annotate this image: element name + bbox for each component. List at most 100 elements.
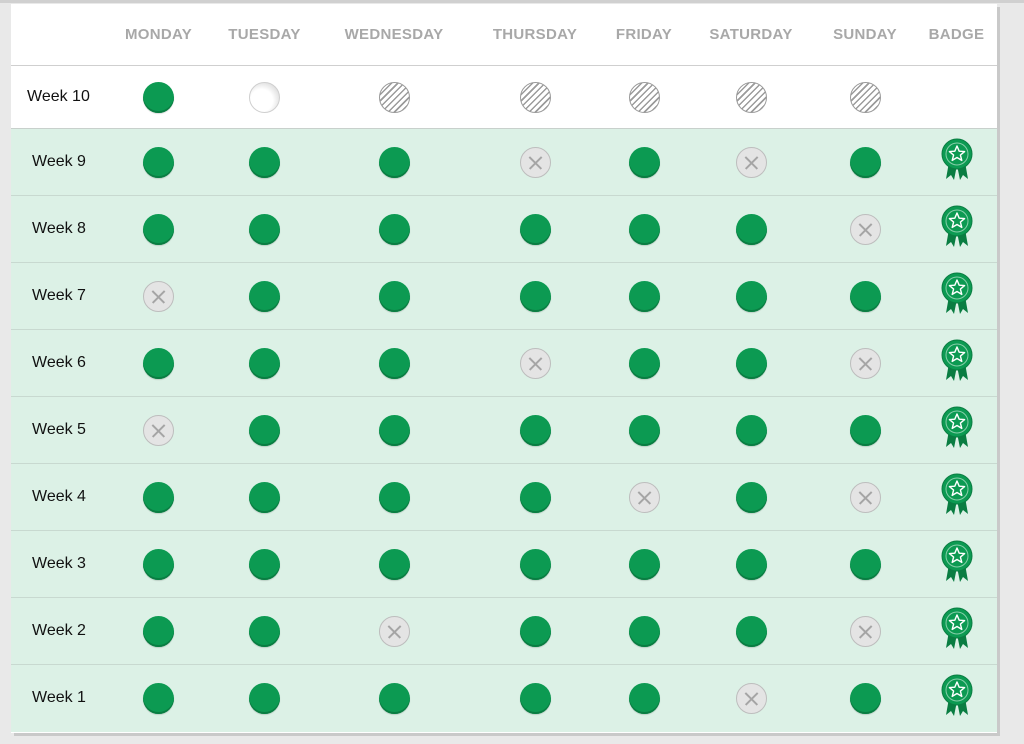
day-cell-monday (106, 262, 211, 330)
done-day-icon (849, 414, 881, 446)
week-label: Week 8 (11, 195, 106, 263)
day-cell-thursday (470, 329, 600, 397)
day-cell-sunday (814, 262, 916, 330)
missed-day-icon (519, 347, 551, 379)
day-cell-sunday (814, 195, 916, 263)
day-cell-saturday (688, 597, 814, 665)
header-thursday: THURSDAY (470, 4, 600, 66)
day-cell-monday (106, 597, 211, 665)
header-sunday: SUNDAY (814, 4, 916, 66)
future-day-icon (628, 81, 660, 113)
day-cell-friday (600, 329, 688, 397)
day-cell-sunday (814, 664, 916, 732)
badge-cell (916, 262, 997, 330)
day-cell-thursday (470, 664, 600, 732)
day-cell-thursday (470, 396, 600, 464)
done-day-icon (628, 414, 660, 446)
day-cell-friday (600, 664, 688, 732)
header-saturday: SATURDAY (688, 4, 814, 66)
day-cell-sunday (814, 530, 916, 598)
day-cell-sunday (814, 396, 916, 464)
day-cell-wednesday (318, 195, 470, 263)
badge-cell (916, 530, 997, 598)
week-rows: Week 10 Week 9 Week 8 Week 7 Week 6 Week 5 Wee… (11, 65, 997, 732)
day-cell-saturday (688, 530, 814, 598)
day-cell-saturday (688, 664, 814, 732)
day-cell-friday (600, 128, 688, 196)
weekly-streak-table: MONDAY TUESDAY WEDNESDAY THURSDAY FRIDAY… (11, 4, 997, 732)
badge-cell (916, 396, 997, 464)
missed-day-icon (849, 347, 881, 379)
future-day-icon (849, 81, 881, 113)
done-day-icon (249, 615, 280, 647)
ribbon-star-badge-icon (940, 272, 974, 321)
day-cell-tuesday (211, 530, 318, 598)
day-cell-tuesday (211, 262, 318, 330)
ribbon-star-badge-icon (940, 607, 974, 656)
header-badge: BADGE (916, 4, 997, 66)
missed-day-icon (519, 146, 551, 178)
done-day-icon (519, 414, 551, 446)
badge-cell (916, 664, 997, 732)
done-day-icon (249, 548, 280, 580)
done-day-icon (378, 280, 410, 312)
day-cell-wednesday (318, 329, 470, 397)
week-label: Week 9 (11, 128, 106, 196)
day-cell-wednesday (318, 664, 470, 732)
missed-day-icon (849, 615, 881, 647)
week-label: Week 7 (11, 262, 106, 330)
done-day-icon (143, 615, 174, 647)
missed-day-icon (849, 213, 881, 245)
day-cell-monday (106, 530, 211, 598)
day-cell-thursday (470, 128, 600, 196)
day-cell-monday (106, 396, 211, 464)
week-row: Week 2 (11, 597, 997, 665)
ribbon-star-badge-icon (940, 339, 974, 388)
top-divider (0, 0, 1024, 3)
day-cell-wednesday (318, 262, 470, 330)
done-day-icon (378, 682, 410, 714)
done-day-icon (735, 213, 767, 245)
missed-day-icon (628, 481, 660, 513)
day-cell-friday (600, 66, 688, 129)
day-cell-saturday (688, 195, 814, 263)
ribbon-star-badge-icon (940, 540, 974, 589)
week-label: Week 5 (11, 396, 106, 464)
day-cell-tuesday (211, 463, 318, 531)
done-day-icon (249, 280, 280, 312)
day-cell-thursday (470, 262, 600, 330)
header-tuesday: TUESDAY (211, 4, 318, 66)
missed-day-icon (143, 280, 174, 312)
day-cell-tuesday (211, 128, 318, 196)
day-cell-friday (600, 463, 688, 531)
done-day-icon (378, 414, 410, 446)
done-day-icon (519, 682, 551, 714)
missed-day-icon (735, 682, 767, 714)
ribbon-star-badge-icon (940, 473, 974, 522)
week-row: Week 5 (11, 396, 997, 464)
week-row: Week 6 (11, 329, 997, 397)
day-cell-saturday (688, 463, 814, 531)
badge-cell (916, 195, 997, 263)
day-cell-monday (106, 128, 211, 196)
week-row: Week 8 (11, 195, 997, 263)
day-cell-tuesday (211, 329, 318, 397)
day-cell-thursday (470, 463, 600, 531)
day-cell-wednesday (318, 66, 470, 129)
done-day-icon (628, 146, 660, 178)
done-day-icon (143, 548, 174, 580)
done-day-icon (378, 146, 410, 178)
done-day-icon (735, 347, 767, 379)
done-day-icon (628, 347, 660, 379)
day-cell-tuesday (211, 195, 318, 263)
day-cell-friday (600, 530, 688, 598)
done-day-icon (628, 615, 660, 647)
future-day-icon (735, 81, 767, 113)
done-day-icon (628, 213, 660, 245)
day-cell-wednesday (318, 463, 470, 531)
day-cell-monday (106, 463, 211, 531)
done-day-icon (519, 548, 551, 580)
done-day-icon (735, 548, 767, 580)
day-cell-monday (106, 66, 211, 129)
day-cell-monday (106, 195, 211, 263)
